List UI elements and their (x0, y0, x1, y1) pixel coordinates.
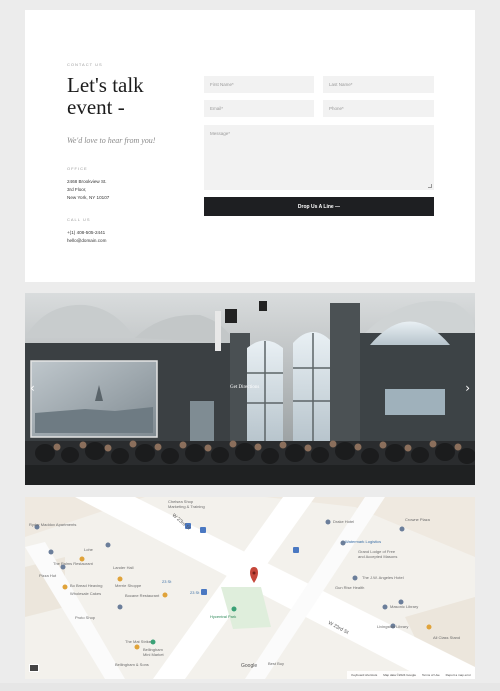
submit-button[interactable]: Drop Us A Line — (204, 197, 434, 216)
map-poi[interactable]: Lohe (84, 547, 93, 552)
call-label: CALL US (67, 217, 91, 222)
map-poi[interactable]: Hycentral Park (210, 614, 236, 619)
address-line: 3rd Floor, (67, 187, 87, 192)
first-name-placeholder: First Name* (210, 82, 234, 87)
last-name-placeholder: Last Name* (329, 82, 353, 87)
tagline: We'd love to hear from you! (67, 136, 156, 145)
map-poi[interactable]: Drake Hotel (333, 519, 354, 524)
map-poi[interactable]: Pizza Hut (39, 573, 56, 578)
office-label: OFFICE (67, 166, 88, 171)
phone-field[interactable]: Phone* (323, 100, 434, 117)
phone-placeholder: Phone* (329, 106, 344, 111)
map-poi[interactable]: The Mat Strike (125, 639, 151, 644)
message-placeholder: Message* (210, 131, 231, 136)
map-canvas (25, 497, 475, 679)
map-poi[interactable]: Ryder Maddox Apartments (29, 522, 76, 527)
page-bottom (0, 683, 500, 691)
email-link[interactable]: hello@domain.com (67, 237, 106, 245)
last-name-field[interactable]: Last Name* (323, 76, 434, 93)
map-poi[interactable]: Wholesale Cakes (70, 591, 101, 596)
map-poi[interactable]: Lander Hall (113, 565, 133, 570)
slider-next-arrow-icon[interactable]: › (465, 381, 470, 395)
map-poi[interactable]: Masonic Library (390, 604, 418, 609)
message-field[interactable]: Message* (204, 125, 434, 190)
contact-card: CONTACT US Let's talk event - We'd love … (25, 10, 475, 282)
map-poi[interactable]: The Palms Restaurant (53, 561, 93, 566)
map-poi[interactable]: Bo Bread Heaving (70, 583, 102, 588)
map-poi[interactable]: Crowne Plaza (405, 517, 430, 522)
textarea-resize-handle[interactable] (428, 184, 432, 188)
map-satellite-toggle[interactable] (29, 664, 39, 672)
map-poi[interactable]: All Class Stand (433, 635, 460, 640)
map-data-text: Map data ©2024 Google (383, 673, 416, 677)
google-map[interactable]: W 23rd St W 23rd St Chelsea Shop Marketi… (25, 497, 475, 679)
address-line: 2468 Brookview St. (67, 179, 107, 184)
map-poi[interactable]: Merrie Shoppe (115, 583, 141, 588)
email-field[interactable]: Email* (204, 100, 314, 117)
map-footer: Keyboard shortcuts Map data ©2024 Google… (347, 671, 475, 679)
map-poi[interactable]: 23 St (162, 579, 171, 584)
map-poi[interactable]: Chelsea Shop Marketing & Training (168, 499, 205, 509)
map-poi[interactable]: Grand Lodge of Free and Accepted Masons (358, 549, 397, 559)
phone-link[interactable]: +(1) 408-505-2441 (67, 229, 106, 237)
report-error-link[interactable]: Report a map error (446, 673, 471, 677)
map-poi[interactable]: Best Buy (268, 661, 284, 666)
event-photo-slider: ‹ › Get Directions (25, 293, 475, 485)
map-poi[interactable]: Livingston Library (377, 624, 408, 629)
slider-prev-arrow-icon[interactable]: ‹ (30, 381, 35, 395)
map-poi[interactable]: Bellingham Mini Market (143, 647, 164, 657)
map-poi[interactable]: Bocane Restaurant (125, 593, 159, 598)
map-poi[interactable]: The J.W. Angeles Hotel (362, 575, 404, 580)
first-name-field[interactable]: First Name* (204, 76, 314, 93)
google-logo: Google (241, 663, 258, 669)
get-directions-link[interactable]: Get Directions (230, 385, 259, 390)
email-placeholder: Email* (210, 106, 224, 111)
address-line: New York, NY 10107 (67, 195, 110, 200)
contact-eyebrow: CONTACT US (67, 62, 103, 67)
office-address: 2468 Brookview St. 3rd Floor, New York, … (67, 178, 109, 202)
terms-link[interactable]: Terms of Use (422, 673, 440, 677)
map-poi[interactable]: Gun Rise Health (335, 585, 364, 590)
map-poi[interactable]: 23 St (190, 590, 199, 595)
page-title: Let's talk event - (67, 73, 144, 119)
map-poi[interactable]: Proto Shop (75, 615, 95, 620)
map-poi[interactable]: Bellingham & Sons (115, 662, 149, 667)
keyboard-shortcuts-link[interactable]: Keyboard shortcuts (351, 673, 377, 677)
contact-details: +(1) 408-505-2441 hello@domain.com (67, 229, 106, 245)
map-poi[interactable]: Watermark Logistics (345, 539, 381, 544)
